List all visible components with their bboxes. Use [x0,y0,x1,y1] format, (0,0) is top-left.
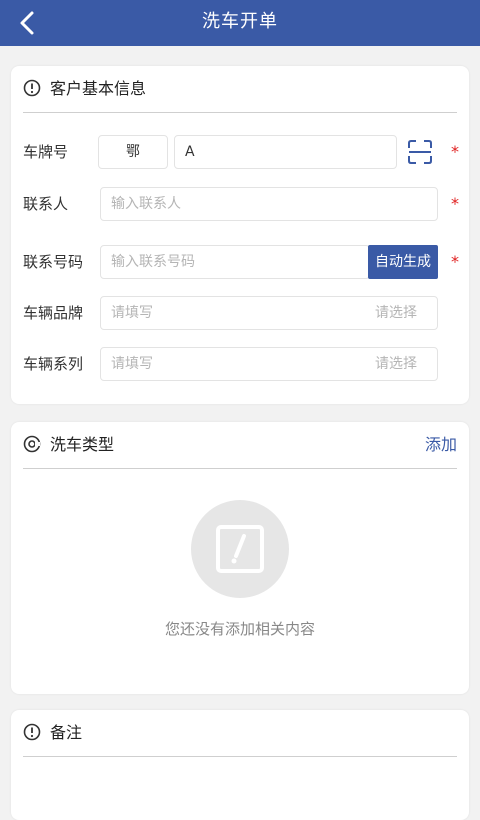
phone-input[interactable]: 输入联系号码 [100,245,370,279]
remark-header: 备注 [23,710,457,757]
series-select[interactable]: 请选择 [375,348,417,380]
brand-input[interactable]: 请填写 请选择 [100,296,438,330]
brand-label: 车辆品牌 [23,304,84,322]
wash-type-card: 洗车类型 添加 您还没有添加相关内容 [11,422,469,694]
wash-type-title: 洗车类型 [50,435,115,454]
remark-card: 备注 [11,710,469,820]
plate-number-input[interactable]: A [174,135,397,169]
plate-province-value: 鄂 [126,144,140,160]
info-circle-icon [23,79,41,97]
empty-state-illustration [191,500,289,598]
series-placeholder: 请填写 [111,356,153,372]
customer-info-card: 客户基本信息 车牌号 鄂 A * 联系人 输入联系人 * 联系号码 输入联系号码… [11,66,469,404]
brand-select[interactable]: 请选择 [375,297,417,329]
plate-required-mark: * [451,142,459,161]
contact-input[interactable]: 输入联系人 [100,187,438,221]
contact-label: 联系人 [23,195,69,213]
phone-label: 联系号码 [23,253,84,271]
plate-province-select[interactable]: 鄂 [98,135,168,169]
phone-required-mark: * [451,252,459,271]
customer-info-header: 客户基本信息 [23,66,457,113]
empty-state-text: 您还没有添加相关内容 [164,620,315,638]
plate-number-value: A [185,144,195,160]
nav-bar: 洗车开单 [0,0,480,46]
remark-title: 备注 [50,723,83,742]
info-circle-icon [23,723,41,741]
wash-type-header: 洗车类型 添加 [23,422,457,469]
contact-required-mark: * [451,194,459,213]
customer-info-title: 客户基本信息 [50,79,147,98]
remark-input[interactable] [23,760,457,800]
page-title: 洗车开单 [202,11,278,32]
add-wash-type-button[interactable]: 添加 [425,422,457,468]
brand-placeholder: 请填写 [111,305,153,321]
phone-placeholder: 输入联系号码 [111,254,195,270]
scan-icon[interactable] [406,138,434,166]
auto-generate-button[interactable]: 自动生成 [368,245,438,279]
plate-label: 车牌号 [23,143,69,161]
wash-type-icon [23,435,41,453]
series-input[interactable]: 请填写 请选择 [100,347,438,381]
contact-placeholder: 输入联系人 [111,196,181,212]
series-label: 车辆系列 [23,355,84,373]
edit-note-icon [216,525,264,573]
